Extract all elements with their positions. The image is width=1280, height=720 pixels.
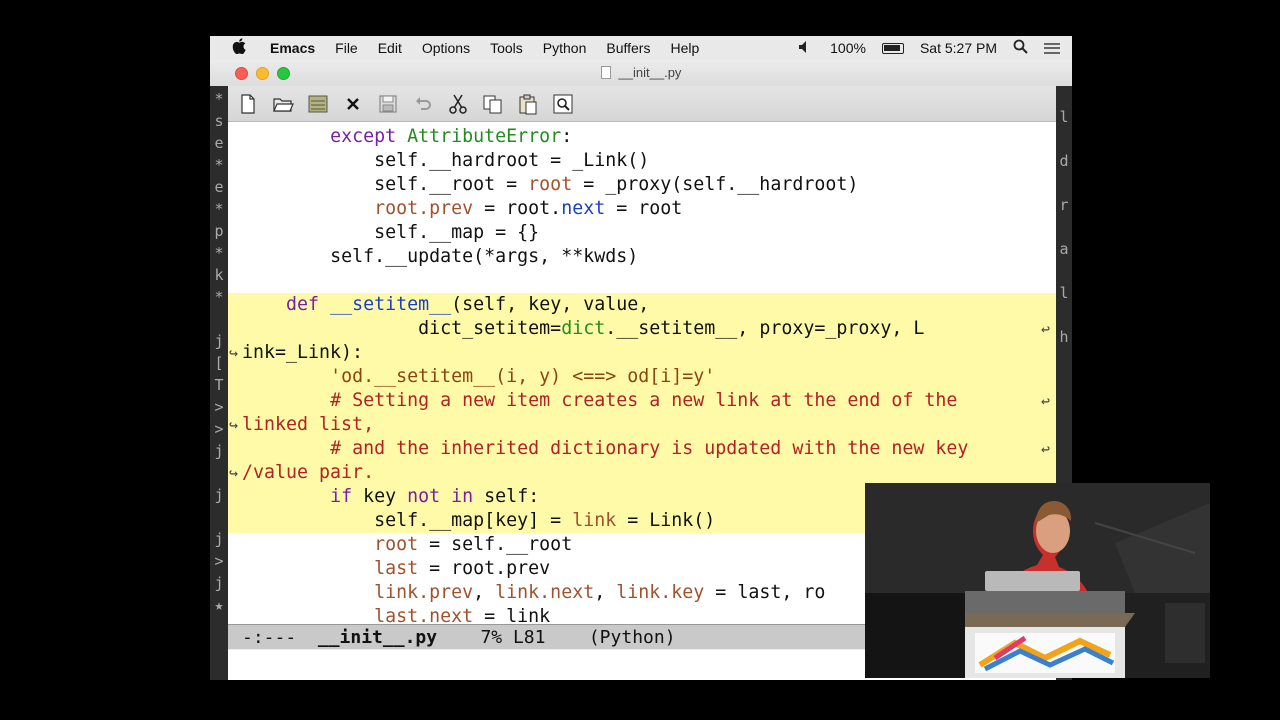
search-icon[interactable] bbox=[1013, 39, 1028, 57]
code-line: self.__update(*args, **kwds) bbox=[330, 246, 639, 267]
code-line-highlighted: ↪/value pair. bbox=[228, 461, 1056, 485]
right-edge-char bbox=[1056, 304, 1072, 326]
code-line: root.prev = root.next = root bbox=[374, 198, 683, 219]
app-name-menu[interactable]: Emacs bbox=[270, 40, 315, 56]
open-directory-icon[interactable] bbox=[306, 92, 330, 116]
left-edge-char: j bbox=[214, 486, 224, 504]
toolbar bbox=[210, 86, 1072, 122]
left-edge-char: > bbox=[214, 420, 224, 438]
left-edge-char: j bbox=[214, 442, 224, 460]
code-line-highlighted: # and the inherited dictionary is update… bbox=[228, 437, 1056, 461]
right-edge-char: l bbox=[1059, 284, 1069, 302]
right-edge-char: a bbox=[1059, 240, 1069, 258]
code-line-highlighted: dict_setitem=dict.__setitem__, proxy=_pr… bbox=[228, 317, 1056, 341]
code-line: self.__hardroot = _Link() bbox=[374, 150, 650, 171]
left-edge-char: T bbox=[214, 376, 224, 394]
right-edge-char bbox=[1056, 128, 1072, 150]
left-edge-char: ★ bbox=[214, 596, 224, 614]
right-edge-char: h bbox=[1059, 328, 1069, 346]
code-line-highlighted: 'od.__setitem__(i, y) <==> od[i]=y' bbox=[228, 365, 1056, 389]
right-edge-char bbox=[1056, 216, 1072, 238]
menu-tools[interactable]: Tools bbox=[490, 40, 523, 56]
wrap-arrow-icon: ↩ bbox=[1040, 320, 1050, 338]
window-title: __init__.py bbox=[210, 65, 1072, 80]
left-edge-char: * bbox=[214, 200, 224, 218]
continuation-arrow-icon: ↪ bbox=[229, 416, 239, 434]
right-edge-char: d bbox=[1059, 152, 1069, 170]
close-buffer-icon[interactable] bbox=[341, 92, 365, 116]
speaker-video-overlay bbox=[865, 483, 1210, 678]
code-line-highlighted: def __setitem__(self, key, value, bbox=[228, 293, 1056, 317]
wrap-arrow-icon: ↩ bbox=[1040, 440, 1050, 458]
speaker-video-picture bbox=[865, 483, 1210, 678]
menu-help[interactable]: Help bbox=[670, 40, 699, 56]
menu-file[interactable]: File bbox=[335, 40, 358, 56]
left-edge-char: > bbox=[214, 552, 224, 570]
right-edge-char bbox=[1056, 260, 1072, 282]
undo-icon[interactable] bbox=[411, 92, 435, 116]
paste-icon[interactable] bbox=[516, 92, 540, 116]
battery-icon[interactable] bbox=[881, 42, 904, 54]
copy-icon[interactable] bbox=[481, 92, 505, 116]
continuation-arrow-icon: ↪ bbox=[229, 464, 239, 482]
wrap-arrow-icon: ↩ bbox=[1040, 392, 1050, 410]
continuation-arrow-icon: ↪ bbox=[229, 344, 239, 362]
left-edge-char: s bbox=[214, 112, 224, 130]
menu-options[interactable]: Options bbox=[422, 40, 470, 56]
code-line-highlighted: ↪ ink=_Link): bbox=[228, 341, 1056, 365]
modeline-status: -:--- bbox=[242, 627, 297, 648]
battery-percent: 100% bbox=[830, 40, 866, 56]
left-edge-char bbox=[210, 462, 228, 484]
left-edge-char: e bbox=[214, 178, 224, 196]
open-file-icon[interactable] bbox=[271, 92, 295, 116]
document-icon bbox=[600, 66, 611, 79]
right-edge-char bbox=[1056, 172, 1072, 194]
left-window-edge: * s e * e * p * k * j[T > > j j j > j ★ bbox=[210, 86, 228, 680]
new-file-icon[interactable] bbox=[236, 92, 260, 116]
left-edge-char bbox=[210, 506, 228, 528]
left-edge-char: * bbox=[214, 156, 224, 174]
menu-edit[interactable]: Edit bbox=[378, 40, 402, 56]
modeline-major-mode[interactable]: (Python) bbox=[589, 627, 676, 648]
menu-python[interactable]: Python bbox=[543, 40, 587, 56]
left-edge-char: > bbox=[214, 398, 224, 416]
left-edge-char: p bbox=[214, 222, 224, 240]
left-edge-char: j bbox=[214, 332, 224, 350]
list-icon[interactable] bbox=[1044, 42, 1060, 54]
right-edge-char: l bbox=[1059, 108, 1069, 126]
modeline-position: 7% L81 bbox=[480, 627, 546, 648]
code-line-highlighted: # Setting a new item creates a new link … bbox=[228, 389, 1056, 413]
volume-icon[interactable] bbox=[798, 40, 814, 57]
search-files-icon[interactable] bbox=[551, 92, 575, 116]
window-title-text: __init__.py bbox=[618, 65, 682, 80]
apple-icon[interactable] bbox=[232, 38, 252, 58]
left-edge-char: * bbox=[214, 90, 224, 108]
menubar-clock[interactable]: Sat 5:27 PM bbox=[920, 40, 997, 56]
save-icon[interactable] bbox=[376, 92, 400, 116]
menu-buffers[interactable]: Buffers bbox=[606, 40, 650, 56]
left-edge-char: * bbox=[214, 288, 224, 306]
code-line-highlighted: ↪ linked list, bbox=[228, 413, 1056, 437]
left-edge-char bbox=[210, 308, 228, 330]
left-edge-char: j bbox=[214, 574, 224, 592]
left-edge-char: k bbox=[214, 266, 224, 284]
left-edge-char: * bbox=[214, 244, 224, 262]
left-edge-char: j bbox=[214, 530, 224, 548]
code-line: self.__map = {} bbox=[374, 222, 540, 243]
code-line: except AttributeError: bbox=[330, 126, 573, 147]
cut-icon[interactable] bbox=[446, 92, 470, 116]
title-bar[interactable]: __init__.py bbox=[210, 60, 1072, 86]
left-edge-char: e bbox=[214, 134, 224, 152]
modeline-buffer-name[interactable]: __init__.py bbox=[318, 627, 437, 648]
left-edge-char: [ bbox=[214, 354, 224, 372]
menu-extras: 100% Sat 5:27 PM bbox=[798, 36, 1060, 60]
code-line: self.__root = root = _proxy(self.__hardr… bbox=[374, 174, 859, 195]
mac-menu-bar: Emacs File Edit Options Tools Python Buf… bbox=[210, 36, 1072, 60]
right-edge-char: r bbox=[1059, 196, 1069, 214]
